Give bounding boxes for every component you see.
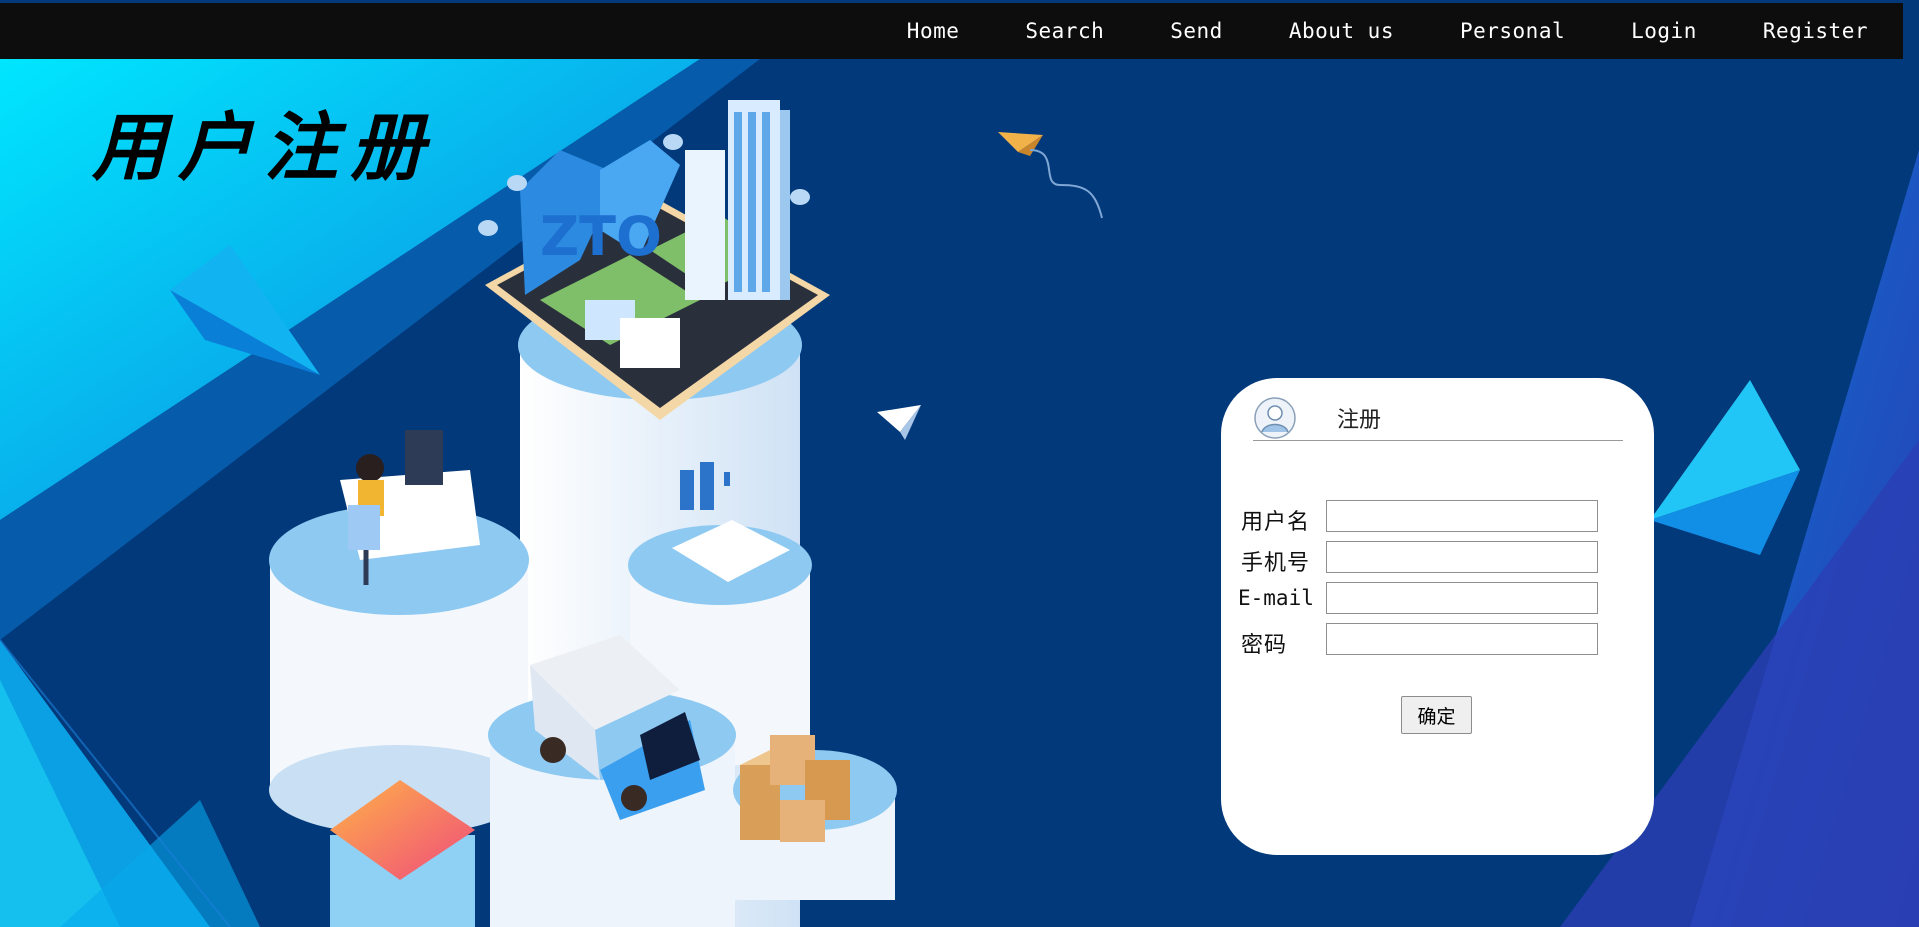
nav-link-about-us[interactable]: About us bbox=[1289, 19, 1394, 43]
nav-link-login[interactable]: Login bbox=[1631, 19, 1697, 43]
username-input[interactable] bbox=[1326, 500, 1598, 532]
nav-link-register[interactable]: Register bbox=[1763, 19, 1868, 43]
nav-link-home[interactable]: Home bbox=[907, 19, 960, 43]
password-label: 密码 bbox=[1241, 633, 1288, 658]
register-form-card: 注册 用户名 手机号 E-mail 密码 确定 bbox=[1221, 378, 1654, 855]
top-navigation-bar: Home Search Send About us Personal Login… bbox=[0, 3, 1903, 59]
page-scene: ZTO Home Search Send About us Personal L… bbox=[0, 0, 1919, 927]
card-header: 注册 bbox=[1253, 396, 1623, 441]
phone-input[interactable] bbox=[1326, 541, 1598, 573]
card-title: 注册 bbox=[1337, 408, 1382, 433]
nav-link-personal[interactable]: Personal bbox=[1460, 19, 1565, 43]
email-label: E-mail bbox=[1238, 586, 1314, 610]
phone-label: 手机号 bbox=[1241, 551, 1311, 576]
user-avatar-icon bbox=[1254, 397, 1296, 439]
username-label: 用户名 bbox=[1241, 510, 1311, 535]
page-title: 用户注册 bbox=[92, 105, 436, 191]
nav-menu: Home Search Send About us Personal Login… bbox=[907, 19, 1868, 43]
password-input[interactable] bbox=[1326, 623, 1598, 655]
nav-link-send[interactable]: Send bbox=[1170, 19, 1223, 43]
confirm-button[interactable]: 确定 bbox=[1401, 696, 1472, 734]
nav-link-search[interactable]: Search bbox=[1025, 19, 1104, 43]
email-input[interactable] bbox=[1326, 582, 1598, 614]
zto-logo-text: ZTO bbox=[540, 205, 662, 268]
